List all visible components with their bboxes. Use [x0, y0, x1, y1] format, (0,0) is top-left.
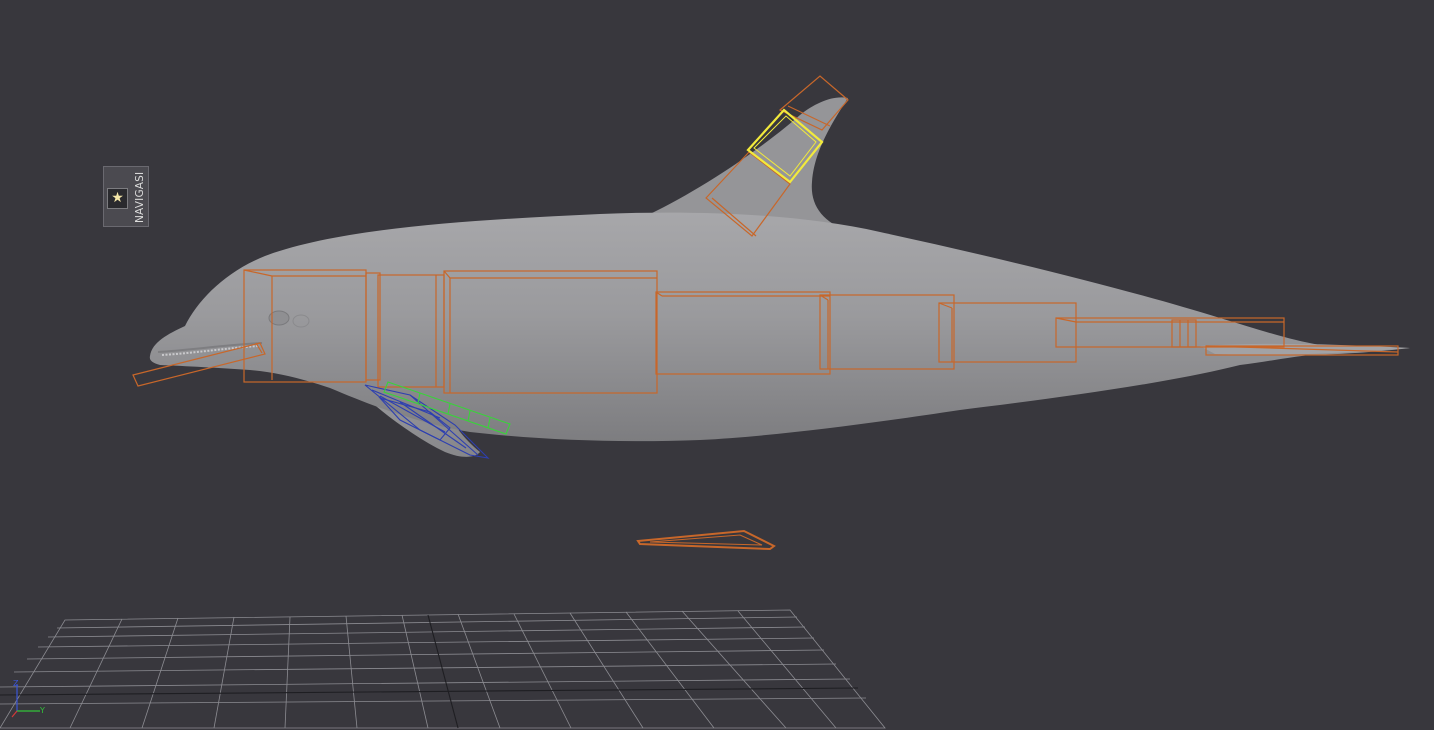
3d-viewport[interactable]: Z Y	[0, 0, 1434, 730]
axis-y-label: Y	[39, 706, 45, 715]
axis-z-label: Z	[13, 679, 19, 688]
star-icon[interactable]: ★	[107, 188, 128, 209]
axis-gizmo: Z Y	[11, 679, 45, 718]
root-control[interactable]	[636, 529, 776, 551]
dolphin-body[interactable]	[149, 212, 1410, 442]
navigation-panel-label[interactable]: NAVIGASI	[132, 169, 148, 225]
dolphin-dorsal-fin	[650, 97, 850, 233]
navigation-panel[interactable]: ★ NAVIGASI	[103, 166, 149, 227]
